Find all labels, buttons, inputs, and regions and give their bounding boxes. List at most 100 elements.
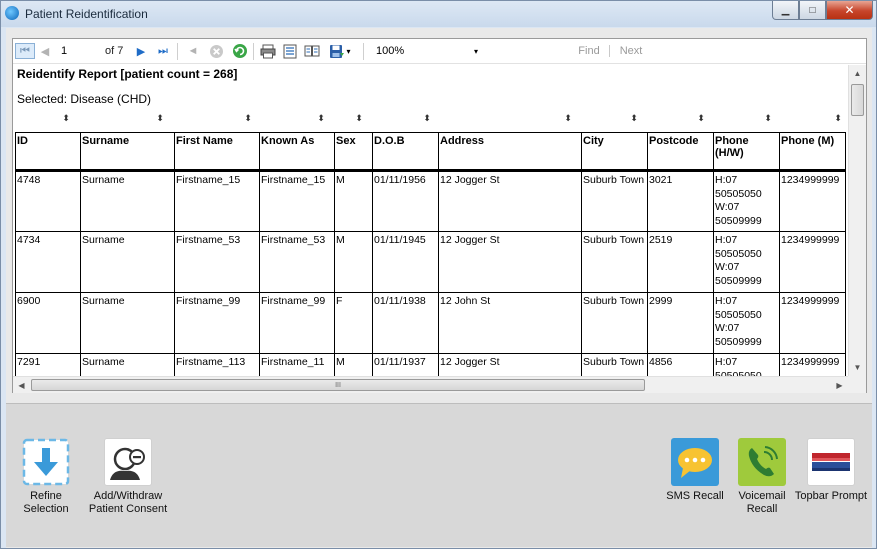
cell-sex: M xyxy=(334,231,373,293)
cell-postcode: 2999 xyxy=(647,292,714,354)
column-header-known-as[interactable]: Known As xyxy=(259,132,335,172)
toolbar-divider xyxy=(363,43,364,60)
export-icon[interactable]: ▾ xyxy=(327,43,353,59)
sort-icon[interactable]: ⬍ xyxy=(243,114,253,123)
close-button[interactable]: ✕ xyxy=(826,1,873,20)
topbar-icon xyxy=(807,438,855,486)
sort-icon[interactable]: ⬍ xyxy=(316,114,326,123)
sort-icon[interactable]: ⬍ xyxy=(833,114,843,123)
report-page: Reidentify Report [patient count = 268] … xyxy=(13,65,847,376)
vertical-scrollbar[interactable]: ▲ ▼ xyxy=(848,65,866,376)
print-layout-icon[interactable] xyxy=(281,43,299,59)
cell-sex: M xyxy=(334,170,373,232)
cell-address: 12 Jogger St xyxy=(438,353,582,376)
voicemail-recall-label: Voicemail Recall xyxy=(738,490,786,515)
topbar-prompt-button[interactable]: Topbar Prompt xyxy=(791,438,871,503)
cell-city: Suburb Town xyxy=(581,353,648,376)
consent-person-icon xyxy=(104,438,152,486)
refresh-icon[interactable] xyxy=(231,43,249,59)
report-title: Reidentify Report [patient count = 268] xyxy=(17,67,238,81)
voicemail-recall-button[interactable]: Voicemail Recall xyxy=(722,438,802,516)
scroll-down-icon[interactable]: ▼ xyxy=(849,359,866,376)
cell-phone-hw: H:07 50505050 W:07 50509999 xyxy=(713,292,780,354)
report-toolbar: ⏮ ◀ 1 of 7 ▶ ⏭ ◄ ▾ 100% ▾ Find Next xyxy=(13,39,866,64)
cell-address: 12 Jogger St xyxy=(438,231,582,293)
export-dropdown-icon[interactable]: ▾ xyxy=(346,47,350,56)
sort-icon[interactable]: ⬍ xyxy=(354,114,364,123)
cell-known-as: Firstname_15 xyxy=(259,170,335,232)
column-header-dob[interactable]: D.O.B xyxy=(372,132,439,172)
sort-icon[interactable]: ⬍ xyxy=(422,114,432,123)
sort-row: ⬍ ⬍ ⬍ ⬍ ⬍ ⬍ ⬍ ⬍ ⬍ ⬍ ⬍ xyxy=(13,114,847,129)
refine-selection-button[interactable]: Refine Selection xyxy=(6,438,86,516)
sort-icon[interactable]: ⬍ xyxy=(629,114,639,123)
cell-id: 4734 xyxy=(15,231,81,293)
cell-address: 12 John St xyxy=(438,292,582,354)
scroll-right-icon[interactable]: ▶ xyxy=(831,377,848,393)
page-setup-icon[interactable] xyxy=(303,43,321,59)
zoom-dropdown-icon: ▾ xyxy=(473,46,478,56)
find-text-input[interactable] xyxy=(493,43,569,59)
maximize-button[interactable]: □ xyxy=(799,1,826,20)
first-page-icon[interactable]: ⏮ xyxy=(15,43,35,59)
patient-consent-label: Add/Withdraw Patient Consent xyxy=(88,490,168,515)
cell-known-as: Firstname_99 xyxy=(259,292,335,354)
table-row[interactable]: 4734 Surname Firstname_53 Firstname_53 M… xyxy=(15,231,846,293)
sort-icon[interactable]: ⬍ xyxy=(696,114,706,123)
cell-address: 12 Jogger St xyxy=(438,170,582,232)
print-icon[interactable] xyxy=(259,43,277,59)
table-row[interactable]: 7291 Surname Firstname_113 Firstname_11 … xyxy=(15,353,846,376)
table-row[interactable]: 4748 Surname Firstname_15 Firstname_15 M… xyxy=(15,170,846,232)
title-bar[interactable]: Patient Reidentification ▁ □ ✕ xyxy=(1,1,876,27)
patient-consent-button[interactable]: Add/Withdraw Patient Consent xyxy=(88,438,168,516)
column-header-phone-hw[interactable]: Phone (H/W) xyxy=(713,132,780,172)
current-page-input[interactable]: 1 xyxy=(61,43,91,59)
sort-icon[interactable]: ⬍ xyxy=(563,114,573,123)
cell-phone-m: 1234999999 xyxy=(779,170,846,232)
stop-icon[interactable] xyxy=(207,43,225,59)
minimize-button[interactable]: ▁ xyxy=(772,1,799,20)
refine-selection-label: Refine Selection xyxy=(23,490,69,515)
cell-city: Suburb Town xyxy=(581,231,648,293)
patient-table: ID Surname First Name Known As Sex D.O.B… xyxy=(15,132,846,376)
sort-icon[interactable]: ⬍ xyxy=(763,114,773,123)
column-header-address[interactable]: Address xyxy=(438,132,582,172)
last-page-icon[interactable]: ⏭ xyxy=(155,43,171,59)
cell-first-name: Firstname_15 xyxy=(174,170,260,232)
find-link[interactable]: Find xyxy=(574,43,604,59)
column-header-postcode[interactable]: Postcode xyxy=(647,132,714,172)
sort-icon[interactable]: ⬍ xyxy=(155,114,165,123)
next-page-icon[interactable]: ▶ xyxy=(133,43,149,59)
table-row[interactable]: 6900 Surname Firstname_99 Firstname_99 F… xyxy=(15,292,846,354)
cell-known-as: Firstname_11 xyxy=(259,353,335,376)
cell-sex: F xyxy=(334,292,373,354)
sms-chat-icon xyxy=(671,438,719,486)
horizontal-scroll-thumb[interactable]: III xyxy=(31,379,645,391)
column-header-id[interactable]: ID xyxy=(15,132,81,172)
reidentification-window: Patient Reidentification ▁ □ ✕ ⏮ ◀ 1 of … xyxy=(0,0,877,549)
sort-icon[interactable]: ⬍ xyxy=(61,114,71,123)
cell-phone-m: 1234999999 xyxy=(779,353,846,376)
table-header-row: ID Surname First Name Known As Sex D.O.B… xyxy=(15,132,846,172)
column-header-sex[interactable]: Sex xyxy=(334,132,373,172)
back-icon[interactable]: ◄ xyxy=(185,43,201,59)
column-header-phone-m[interactable]: Phone (M) xyxy=(779,132,846,172)
toolbar-divider xyxy=(253,43,254,60)
horizontal-scrollbar[interactable]: ◀ III ▶ xyxy=(13,376,848,393)
zoom-select[interactable]: 100% ▾ xyxy=(371,43,483,59)
cell-first-name: Firstname_113 xyxy=(174,353,260,376)
find-next-link[interactable]: Next xyxy=(616,43,646,59)
scroll-left-icon[interactable]: ◀ xyxy=(13,377,30,393)
cell-surname: Surname xyxy=(80,353,175,376)
cell-first-name: Firstname_99 xyxy=(174,292,260,354)
column-header-city[interactable]: City xyxy=(581,132,648,172)
cell-dob: 01/11/1938 xyxy=(372,292,439,354)
column-header-surname[interactable]: Surname xyxy=(80,132,175,172)
cell-sex: M xyxy=(334,353,373,376)
column-header-first-name[interactable]: First Name xyxy=(174,132,260,172)
cell-phone-hw: H:07 50505050 W:07 50509999 xyxy=(713,353,780,376)
previous-page-icon[interactable]: ◀ xyxy=(37,43,53,59)
vertical-scroll-thumb[interactable] xyxy=(851,84,864,116)
scroll-up-icon[interactable]: ▲ xyxy=(849,65,866,82)
cell-phone-m: 1234999999 xyxy=(779,231,846,293)
